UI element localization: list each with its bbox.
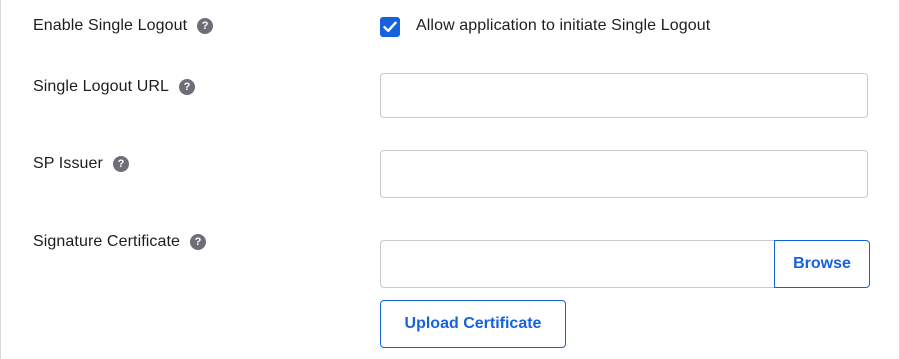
single-logout-label-row: Enable Single Logout ? [33,17,214,35]
browse-button[interactable]: Browse [774,240,870,288]
single-logout-checkbox-label[interactable]: Allow application to initiate Single Log… [416,17,710,35]
logout-url-label: Single Logout URL [33,78,170,95]
sp-issuer-input[interactable] [380,150,868,198]
help-icon[interactable]: ? [197,18,214,34]
certificate-file-input[interactable] [380,240,775,288]
logout-url-label-row: Single Logout URL ? [33,78,196,96]
upload-certificate-button[interactable]: Upload Certificate [380,300,566,348]
help-icon[interactable]: ? [190,234,207,250]
checkmark-icon [383,21,397,32]
help-icon[interactable]: ? [112,156,129,172]
single-logout-checkbox[interactable] [380,17,400,37]
sp-issuer-label: SP Issuer [33,155,103,172]
logout-url-input[interactable] [380,73,868,118]
form-panel: Enable Single Logout ? Allow application… [0,0,900,359]
single-logout-label: Enable Single Logout [33,17,188,34]
signature-certificate-label: Signature Certificate [33,233,181,250]
help-icon[interactable]: ? [179,79,196,95]
sp-issuer-label-row: SP Issuer ? [33,155,129,173]
signature-certificate-label-row: Signature Certificate ? [33,233,207,251]
